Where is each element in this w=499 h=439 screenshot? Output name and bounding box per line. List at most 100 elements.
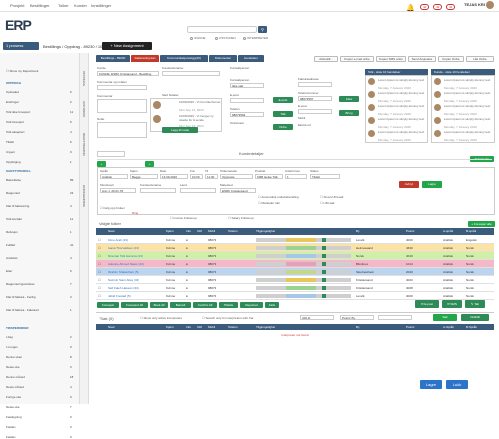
sidebar-item-label[interactable]: Neste måned	[6, 385, 24, 389]
vtab-historikk[interactable]: HISTORIKK	[82, 101, 86, 117]
row-checkbox[interactable]: ☐	[98, 284, 101, 292]
fax-button[interactable]: Faks	[339, 96, 359, 102]
car-only-checkbox[interactable]: ☐ Search only for interpreters with Car	[202, 316, 254, 320]
nav-item-tolker[interactable]: Tolker	[58, 3, 69, 8]
interpreter-name[interactable]: Self Faleh Hassan (34)	[108, 284, 139, 292]
field-input[interactable]	[140, 188, 176, 193]
active-only-checkbox[interactable]: ☐ Show only active interpreters	[140, 316, 182, 320]
interpreter-name[interactable]: Ioana Thorvaldsen (13)	[108, 244, 139, 252]
sms-action-button[interactable]: ✉ SMS	[442, 300, 462, 308]
row-checkbox[interactable]: ☐	[98, 260, 101, 268]
interpreter-name[interactable]: Nzeman Tolk Hamma (13)	[108, 252, 143, 260]
sidebar-item-label[interactable]: Denne måned	[6, 375, 25, 379]
epost2-input[interactable]	[298, 109, 332, 114]
status-badge[interactable]: 42	[420, 4, 430, 10]
nav-item-kunder[interactable]: Kunder	[74, 3, 87, 8]
sidebar-item-label[interactable]: Klar til faktura - Fakturert	[6, 308, 39, 312]
interpreter-button[interactable]: Tolk	[273, 111, 293, 117]
sidebar-item-label[interactable]: Rapporteringsvinduet	[6, 282, 35, 286]
field-input[interactable]: Tildelt	[310, 174, 340, 179]
table-row[interactable]: ☐ Self Faleh Hassan (34) Kvinne ● 98073 Krist…	[96, 284, 494, 292]
action-button[interactable]: Forespurt All	[121, 302, 148, 308]
action-button[interactable]: Fails	[265, 302, 279, 308]
field-input[interactable]: 11:00	[205, 174, 218, 179]
lock-order-button[interactable]: Lås Ordre	[466, 56, 494, 62]
table-row[interactable]: ☐ Nzeman Tolk Hamma (13) Kvinne ● 98073 Norsk…	[96, 252, 494, 260]
search-input[interactable]	[187, 26, 257, 33]
avatar[interactable]	[486, 1, 494, 9]
kommentar-textarea[interactable]	[97, 99, 147, 113]
sidebar-item-label[interactable]: Uploaded	[6, 90, 19, 94]
sidebar-item-label[interactable]: Urgent	[6, 150, 15, 154]
telefon-input[interactable]: 98073594	[230, 112, 264, 117]
tab-hendelser[interactable]: Hendelser	[238, 55, 264, 62]
table-row[interactable]: ☐ Nazmin Sami Altay (34) Kvinne ● 98073 Krist…	[96, 276, 494, 284]
search-customer-input[interactable]	[97, 151, 125, 157]
save-search-button[interactable]: Lagre	[420, 380, 442, 389]
telefonnummer-input[interactable]: 98073597	[298, 96, 332, 101]
field-input[interactable]: Oppmøte	[220, 174, 253, 179]
tab-dokumenter[interactable]: Dokumenter	[209, 55, 237, 62]
action-button[interactable]: Forespør	[97, 302, 119, 308]
action-button[interactable]: Reported	[240, 302, 263, 308]
row-checkbox[interactable]: ☐	[98, 252, 101, 260]
kundereferanse-input[interactable]	[162, 71, 220, 76]
interpreter-name[interactable]: Adevine Ahmed Nassr (23)	[108, 260, 144, 268]
send-button[interactable]: Send Angivelse	[408, 56, 436, 62]
sidebar-item-label[interactable]: Neste uke	[6, 405, 20, 409]
check-auto-order[interactable]: ☐ Automatisk ordrebehandling	[258, 195, 299, 199]
field-input[interactable]	[180, 188, 216, 193]
sidebar-item-label[interactable]: Bekreftelse	[6, 178, 21, 182]
tab-fakturering[interactable]: Fakturering kan	[131, 55, 159, 62]
kontaktperson-select[interactable]: Ikke satt	[230, 83, 264, 88]
sidebar-item-label[interactable]: Avsluttet	[6, 256, 17, 260]
sidebar-item-label[interactable]: Klar til faktura - Ferdig	[6, 295, 36, 299]
tab-bestillings[interactable]: Bestillings - 89230	[96, 55, 130, 62]
field-input[interactable]: ESRK Kristiansand	[220, 188, 256, 193]
postnr-input[interactable]: Postnr By	[340, 315, 374, 320]
kunde-select[interactable]: KUNDE: ESRK Kristiansand - Bestilling	[97, 71, 159, 76]
check-udi[interactable]: ☐ UDI-søk	[320, 201, 335, 205]
table-row[interactable]: ☐ Ibrahim Shakerbani (5) Kvinne ● 98073 Skudn…	[96, 268, 494, 276]
sidebar-item-label[interactable]: Klar til fakturering	[6, 204, 29, 208]
cancel-order-button[interactable]: Avbestill...	[314, 56, 338, 62]
row-checkbox[interactable]: ☐	[98, 276, 101, 284]
epost-input[interactable]	[230, 98, 264, 103]
table-row[interactable]: ☐ Kime Arab (23) Kvinne ● 98073 Levvik 4020 Ara…	[96, 236, 494, 244]
sidebar-item-label[interactable]: Rapportert	[6, 191, 20, 195]
action-button[interactable]: Book All	[150, 302, 168, 308]
field-input[interactable]: 1	[285, 174, 307, 179]
copy-email-button[interactable]: Kopier e-mail ordre	[340, 56, 374, 62]
interpreter-name[interactable]: Jahid Frestad (5)	[108, 292, 131, 300]
sidebar-item-label[interactable]: Tolk kontakt	[6, 217, 22, 221]
invoice-followup[interactable]: ☐ Invoice Follow-up	[170, 216, 197, 220]
field-input[interactable]: Ann J. 26.01.78	[100, 188, 136, 193]
copy-order-button[interactable]: Kopier Ordre	[438, 56, 464, 62]
sidebar-item-label[interactable]: Forrige uke	[6, 395, 21, 399]
kommentar-kunde-input[interactable]	[97, 85, 147, 90]
field-input[interactable]: Begge	[130, 174, 158, 179]
table-row[interactable]: ☐ Jahid Frestad (5) Kvinne ● 98073 Levvik 4029…	[96, 292, 494, 300]
sidebar-item-label[interactable]: Tildelt	[6, 140, 14, 144]
nav-item-innstillinger[interactable]: Innstillinger	[91, 3, 111, 8]
vtab-oppdrag[interactable]: OPPDRAG	[82, 71, 86, 86]
action-button[interactable]: Confirm All	[193, 302, 217, 308]
sidebar-item-label[interactable]: Fullført	[6, 243, 15, 247]
request-all-button[interactable]: + Forespør alle	[468, 221, 495, 227]
action-button[interactable]: Tildelte	[219, 302, 238, 308]
radio-osstuden[interactable]: OSSTUDEN	[215, 36, 236, 40]
tab-action-button[interactable]: ✎ Tab	[465, 300, 485, 308]
tab-kommunikasjon[interactable]: Kommunikasjonslogg(10)	[160, 55, 208, 62]
sidebar-item-label[interactable]: Endringer	[6, 100, 19, 104]
bring-button[interactable]: Bring	[339, 110, 359, 116]
user-name[interactable]: TEJAS KRI	[464, 2, 485, 7]
row-checkbox[interactable]: ☐	[98, 268, 101, 276]
interpreter-name[interactable]: Kime Arab (23)	[108, 236, 128, 244]
order-button[interactable]: Ordre	[273, 124, 293, 130]
follow-up-checkbox[interactable]: ☐ Følg opp bruker	[100, 206, 125, 210]
field-input[interactable]: KRB Helse Tolk	[255, 174, 283, 179]
sidebar-item-label[interactable]: I morgen	[6, 345, 18, 349]
nav-item-prosjekt[interactable]: Prosjekt	[10, 3, 24, 8]
faktura-input[interactable]	[298, 82, 332, 87]
row-checkbox[interactable]: ☐	[98, 292, 101, 300]
